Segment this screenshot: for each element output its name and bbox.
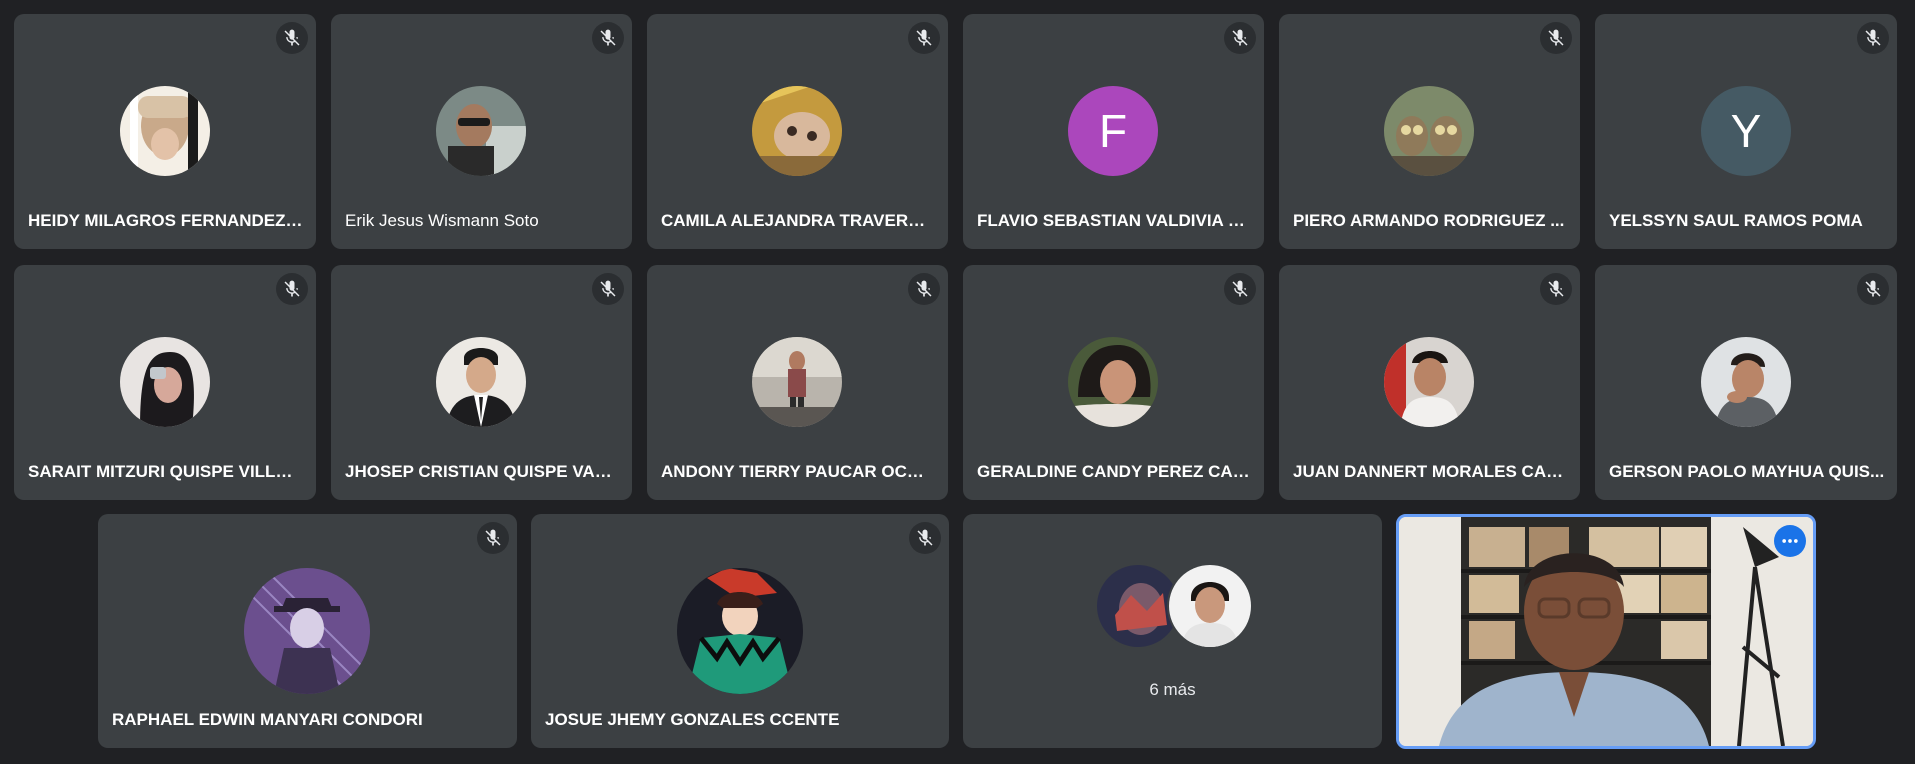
mic-off-icon — [477, 522, 509, 554]
participant-tile[interactable]: JOSUE JHEMY GONZALES CCENTE — [531, 514, 949, 748]
avatar — [1384, 337, 1474, 427]
avatar — [1384, 86, 1474, 176]
mic-off-icon — [1857, 22, 1889, 54]
participant-tile[interactable]: ANDONY TIERRY PAUCAR OCHOA — [647, 265, 948, 500]
participant-tile[interactable]: CAMILA ALEJANDRA TRAVERSO... — [647, 14, 948, 249]
participant-tile[interactable]: Y YELSSYN SAUL RAMOS POMA — [1595, 14, 1897, 249]
participant-name: Erik Jesus Wismann Soto — [345, 211, 539, 230]
participant-tile[interactable]: JUAN DANNERT MORALES CAM... — [1279, 265, 1580, 500]
mic-off-icon — [276, 273, 308, 305]
participant-name: PIERO ARMANDO RODRIGUEZ ... — [1293, 211, 1565, 230]
participant-name: HEIDY MILAGROS FERNANDEZ ... — [28, 211, 304, 230]
mic-off-icon — [276, 22, 308, 54]
mic-off-icon — [1540, 22, 1572, 54]
self-view-tile[interactable] — [1396, 514, 1816, 749]
self-video — [1399, 517, 1813, 746]
participant-name: JUAN DANNERT MORALES CAM... — [1293, 462, 1568, 481]
avatar — [677, 568, 803, 694]
participant-tile[interactable]: SARAIT MITZURI QUISPE VILLAL... — [14, 265, 316, 500]
participant-name: YELSSYN SAUL RAMOS POMA — [1609, 211, 1863, 230]
participant-name: CAMILA ALEJANDRA TRAVERSO... — [661, 211, 936, 230]
participant-name: GERALDINE CANDY PEREZ CAR... — [977, 462, 1252, 481]
avatar — [120, 337, 210, 427]
avatar — [120, 86, 210, 176]
participant-tile[interactable]: Erik Jesus Wismann Soto — [331, 14, 632, 249]
avatar-initial: Y — [1730, 105, 1762, 157]
participant-tile[interactable]: HEIDY MILAGROS FERNANDEZ ... — [14, 14, 316, 249]
avatar — [1068, 337, 1158, 427]
mic-off-icon — [592, 273, 624, 305]
mic-off-icon — [1224, 22, 1256, 54]
avatar: Y — [1701, 86, 1791, 176]
participant-name: ANDONY TIERRY PAUCAR OCHOA — [661, 462, 936, 481]
mic-off-icon — [1857, 273, 1889, 305]
participant-tile[interactable]: RAPHAEL EDWIN MANYARI CONDORI — [98, 514, 517, 748]
avatar — [244, 568, 370, 694]
participant-name: JOSUE JHEMY GONZALES CCENTE — [545, 710, 840, 729]
participant-tile[interactable]: GERALDINE CANDY PEREZ CAR... — [963, 265, 1264, 500]
mic-off-icon — [1540, 273, 1572, 305]
avatar — [752, 86, 842, 176]
avatar-initial: F — [1098, 105, 1128, 157]
participant-tile[interactable]: JHOSEP CRISTIAN QUISPE VAS... — [331, 265, 632, 500]
participant-tile[interactable]: GERSON PAOLO MAYHUA QUIS... — [1595, 265, 1897, 500]
avatar — [1167, 563, 1253, 649]
participant-name: RAPHAEL EDWIN MANYARI CONDORI — [112, 710, 423, 729]
overflow-tile[interactable]: 6 más — [963, 514, 1382, 748]
avatar — [752, 337, 842, 427]
mic-off-icon — [909, 522, 941, 554]
avatar — [1701, 337, 1791, 427]
mic-off-icon — [908, 273, 940, 305]
participant-name: FLAVIO SEBASTIAN VALDIVIA ES... — [977, 211, 1252, 230]
participant-name: SARAIT MITZURI QUISPE VILLAL... — [28, 462, 304, 481]
mic-off-icon — [1224, 273, 1256, 305]
avatar — [436, 86, 526, 176]
avatar: F — [1068, 86, 1158, 176]
mic-off-icon — [592, 22, 624, 54]
avatar — [436, 337, 526, 427]
more-participants-label: 6 más — [1149, 680, 1196, 699]
participant-tile[interactable]: PIERO ARMANDO RODRIGUEZ ... — [1279, 14, 1580, 249]
more-horiz-icon[interactable] — [1774, 525, 1806, 557]
participant-name: GERSON PAOLO MAYHUA QUIS... — [1609, 462, 1885, 481]
participant-name: JHOSEP CRISTIAN QUISPE VAS... — [345, 462, 620, 481]
participant-tile[interactable]: F FLAVIO SEBASTIAN VALDIVIA ES... — [963, 14, 1264, 249]
mic-off-icon — [908, 22, 940, 54]
